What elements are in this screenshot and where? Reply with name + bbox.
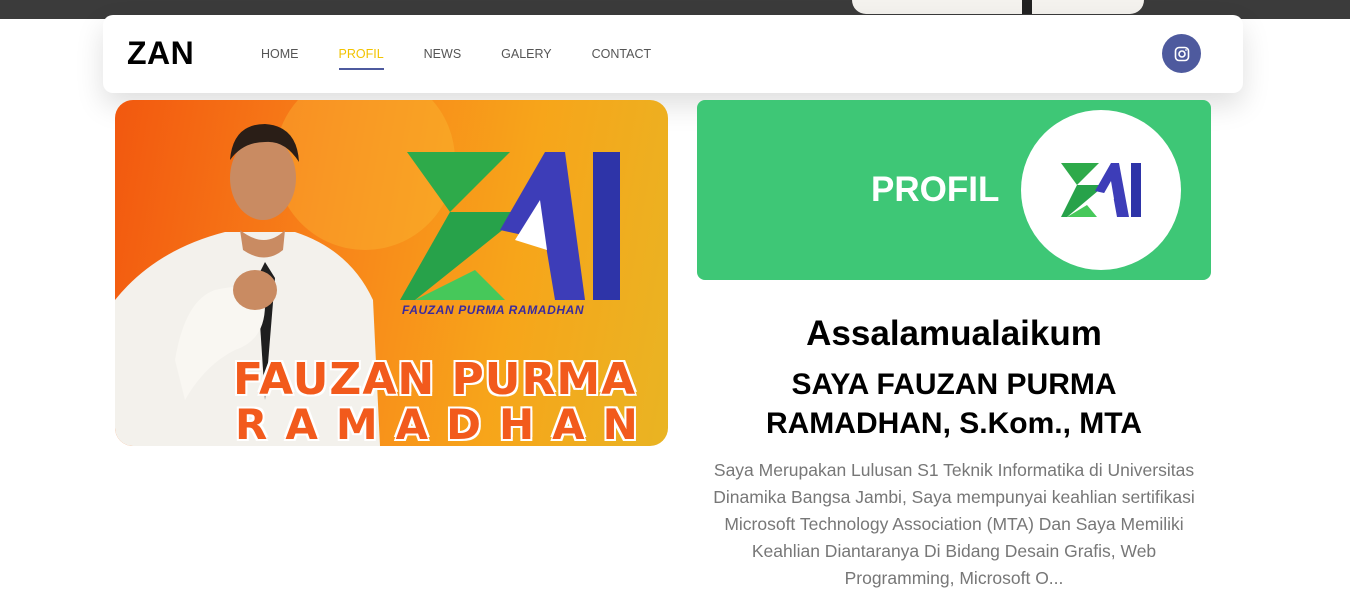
nav-galery[interactable]: GALERY bbox=[501, 47, 552, 61]
instagram-button[interactable] bbox=[1162, 34, 1201, 73]
profil-logo-circle bbox=[1021, 110, 1181, 270]
sai-logo-icon bbox=[1061, 163, 1141, 217]
sai-logo bbox=[400, 152, 620, 300]
nav-news[interactable]: NEWS bbox=[424, 47, 462, 61]
brand-logo[interactable]: ZAN bbox=[127, 35, 194, 72]
nav-profil[interactable]: PROFIL bbox=[338, 47, 384, 70]
greeting-heading: Assalamualaikum bbox=[806, 314, 1102, 353]
bio-text: Saya Merupakan Lulusan S1 Teknik Informa… bbox=[713, 460, 1195, 588]
nav-contact[interactable]: CONTACT bbox=[592, 47, 652, 61]
profil-card: PROFIL bbox=[697, 100, 1211, 280]
nav-menu: HOME PROFIL NEWS GALERY CONTACT bbox=[261, 47, 691, 70]
profil-card-title: PROFIL bbox=[871, 170, 1000, 209]
nav-home[interactable]: HOME bbox=[261, 47, 299, 61]
hero-photo-tie bbox=[1022, 0, 1032, 14]
instagram-icon bbox=[1174, 46, 1189, 61]
hero-photo-partial bbox=[852, 0, 1144, 14]
name-heading: SAYA FAUZAN PURMA RAMADHAN, S.Kom., MTA bbox=[765, 368, 1143, 440]
profile-banner-image: FAUZAN PURMA RAMADHAN FAUZAN PURMA RAMAD… bbox=[115, 100, 668, 446]
navbar: ZAN HOME PROFIL NEWS GALERY CONTACT bbox=[103, 15, 1243, 93]
banner-name-line2: RAMADHAN bbox=[235, 400, 656, 446]
banner-name-line1: FAUZAN PURMA bbox=[233, 354, 637, 405]
banner-logo-caption: FAUZAN PURMA RAMADHAN bbox=[402, 303, 585, 317]
